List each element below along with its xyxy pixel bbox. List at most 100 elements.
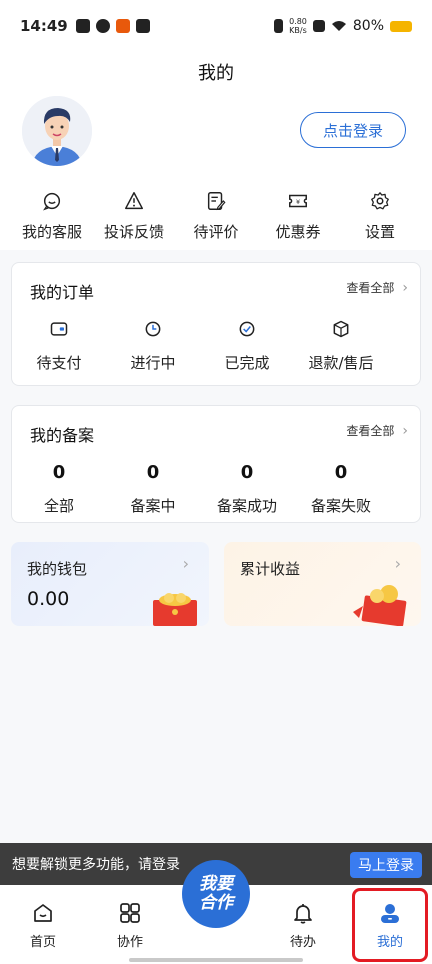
profile-section: 点击登录 <box>0 92 432 180</box>
status-time: 14:49 <box>20 17 68 35</box>
quick-action-settings[interactable]: 设置 <box>340 180 420 250</box>
filings-card: 我的备案 查看全部 › 0 全部 0 备案中 0 备案成功 0 备案失败 <box>11 405 421 523</box>
wallet-icon <box>50 322 68 336</box>
tiktok-icon <box>75 19 90 33</box>
tab-home[interactable]: 首页 <box>13 901 73 950</box>
bell-icon <box>294 904 312 924</box>
filing-status-label: 全部 <box>43 497 74 515</box>
smile-chat-icon <box>43 192 61 211</box>
order-status-in-progress[interactable]: 进行中 <box>106 319 200 373</box>
clock-icon <box>145 321 161 337</box>
order-status-refund[interactable]: 退款/售后 <box>294 319 388 373</box>
warning-icon <box>125 192 143 210</box>
sim-icon <box>312 20 325 32</box>
vibrate-icon <box>274 19 284 33</box>
chevron-right-icon: › <box>394 554 401 573</box>
grid-icon <box>120 903 140 923</box>
quick-action-label: 设置 <box>364 223 395 241</box>
check-circle-icon <box>239 321 255 337</box>
order-status-label: 退款/售后 <box>308 354 374 372</box>
avatar[interactable] <box>22 96 92 166</box>
speed-unit: KB/s <box>289 26 307 35</box>
filings-status-row: 0 全部 0 备案中 0 备案成功 0 备案失败 <box>12 462 420 516</box>
page-header: 我的 <box>0 52 432 92</box>
quick-action-label: 待评价 <box>193 223 239 241</box>
taobao-icon <box>115 19 130 33</box>
gear-icon <box>371 192 389 210</box>
filing-status-label: 备案中 <box>130 497 176 515</box>
box-icon <box>333 320 349 338</box>
battery-icon <box>390 20 412 32</box>
status-app-icons <box>75 19 150 33</box>
filing-status-success[interactable]: 0 备案成功 <box>200 462 294 516</box>
order-status-label: 已完成 <box>224 354 270 372</box>
filing-status-all[interactable]: 0 全部 <box>12 462 106 516</box>
quick-actions: 我的客服 投诉反馈 待评价 ¥ 优惠券 设置 <box>0 180 432 250</box>
filing-count: 0 <box>240 462 254 483</box>
tab-label: 首页 <box>29 935 56 950</box>
quick-action-coupons[interactable]: ¥ 优惠券 <box>258 180 338 250</box>
cooperate-line2: 合作 <box>199 893 233 913</box>
wallet-balance: 0.00 <box>27 588 70 610</box>
avatar-illustration <box>22 96 92 166</box>
login-button[interactable]: 点击登录 <box>300 112 406 148</box>
gift-coins-icon <box>353 585 407 626</box>
status-right: 0.80 KB/s 80% <box>274 17 412 35</box>
quick-action-pending-review[interactable]: 待评价 <box>176 180 256 250</box>
tab-collaborate[interactable]: 协作 <box>100 901 160 950</box>
order-status-label: 待支付 <box>36 354 82 372</box>
cloud-icon <box>95 19 110 33</box>
battery-percent: 80% <box>352 18 384 34</box>
quick-action-complaint[interactable]: 投诉反馈 <box>94 180 174 250</box>
network-speed: 0.80 KB/s <box>289 17 307 35</box>
filing-status-pending[interactable]: 0 备案中 <box>106 462 200 516</box>
tab-label: 协作 <box>116 935 143 950</box>
status-bar: 14:49 0.80 KB/s 80% <box>0 0 432 52</box>
wifi-icon <box>331 21 346 31</box>
speed-value: 0.80 <box>289 17 307 26</box>
filing-count: 0 <box>146 462 160 483</box>
page-title: 我的 <box>198 63 234 84</box>
quick-action-label: 我的客服 <box>21 223 82 241</box>
cooperate-button[interactable]: 我要 合作 <box>182 860 250 928</box>
edit-note-icon <box>207 192 226 211</box>
link-icon <box>135 19 150 33</box>
order-status-label: 进行中 <box>130 354 176 372</box>
login-now-button[interactable]: 马上登录 <box>350 852 422 878</box>
svg-text:¥: ¥ <box>296 198 300 206</box>
orders-title: 我的订单 <box>30 283 95 302</box>
quick-action-customer-service[interactable]: 我的客服 <box>12 180 92 250</box>
order-status-unpaid[interactable]: 待支付 <box>12 319 106 373</box>
orders-status-row: 待支付 进行中 已完成 退款/售后 <box>12 319 420 373</box>
home-indicator <box>129 958 303 962</box>
chevron-right-icon: › <box>402 422 408 439</box>
orders-card: 我的订单 查看全部 › 待支付 进行中 已完成 退款/售后 <box>11 262 421 386</box>
earnings-title: 累计收益 <box>240 560 301 578</box>
filing-status-label: 备案失败 <box>310 497 371 515</box>
filing-count: 0 <box>334 462 348 483</box>
orders-view-all-label: 查看全部 <box>346 281 395 295</box>
earnings-card[interactable]: 累计收益 › <box>224 542 421 626</box>
red-envelope-icon <box>153 593 197 626</box>
filing-status-label: 备案成功 <box>216 497 277 515</box>
chevron-right-icon: › <box>402 279 408 296</box>
quick-action-label: 优惠券 <box>275 223 321 241</box>
tab-label: 待办 <box>289 935 316 950</box>
filings-title: 我的备案 <box>30 426 95 445</box>
quick-action-label: 投诉反馈 <box>103 223 164 241</box>
coupon-icon: ¥ <box>289 194 307 208</box>
cooperate-line1: 我要 <box>199 874 233 894</box>
filings-view-all-label: 查看全部 <box>346 424 395 438</box>
filing-count: 0 <box>52 462 66 483</box>
order-status-completed[interactable]: 已完成 <box>200 319 294 373</box>
active-tab-highlight <box>352 888 428 962</box>
chevron-right-icon: › <box>182 554 189 573</box>
login-prompt-message: 想要解锁更多功能，请登录 <box>12 857 180 873</box>
tab-todo[interactable]: 待办 <box>273 901 333 950</box>
wallet-card[interactable]: 我的钱包 0.00 › <box>11 542 209 626</box>
filings-view-all[interactable]: 查看全部 › <box>346 422 408 439</box>
home-icon <box>34 904 52 922</box>
filing-status-failed[interactable]: 0 备案失败 <box>294 462 388 516</box>
orders-view-all[interactable]: 查看全部 › <box>346 279 408 296</box>
wallet-title: 我的钱包 <box>27 560 88 578</box>
